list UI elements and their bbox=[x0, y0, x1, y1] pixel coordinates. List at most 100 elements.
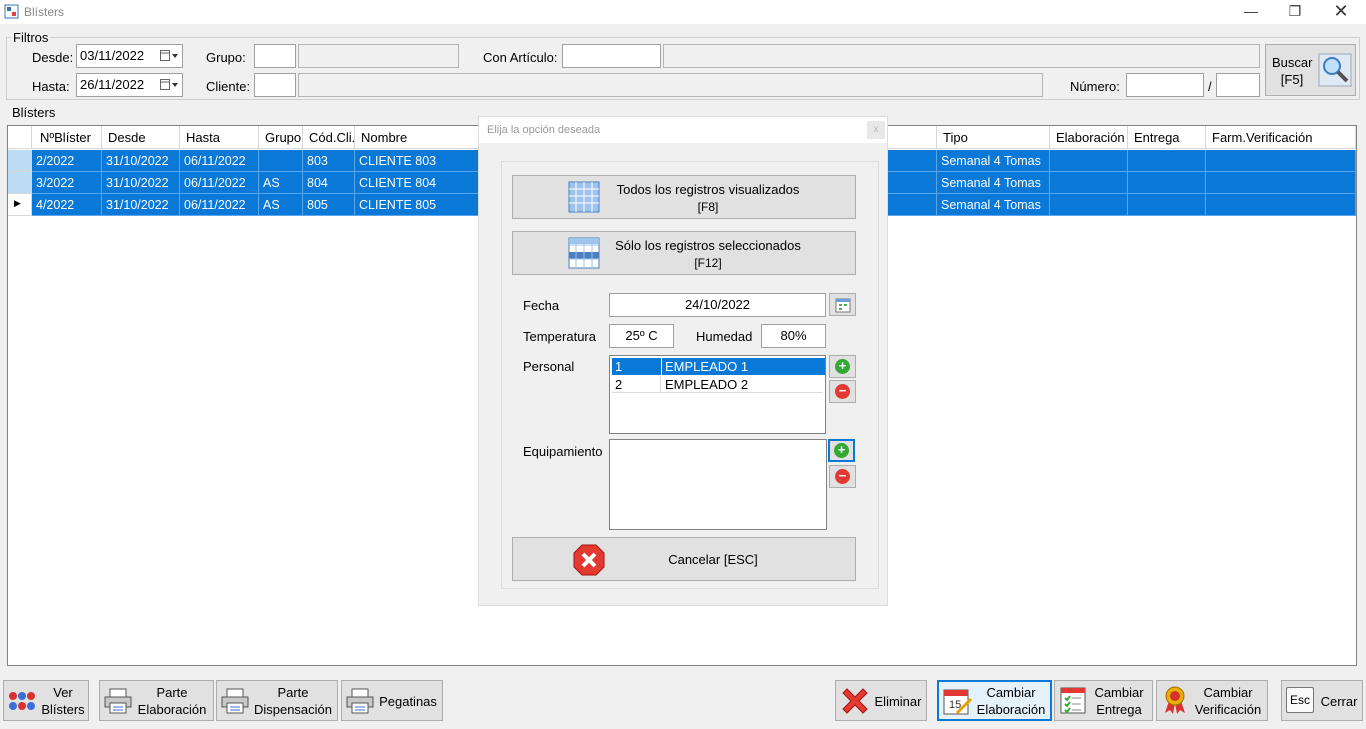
remove-equipamiento-button[interactable]: − bbox=[829, 465, 856, 488]
fecha-input[interactable]: 24/10/2022 bbox=[609, 293, 826, 317]
filters-legend: Filtros bbox=[11, 30, 51, 45]
buscar-button[interactable]: Buscar [F5] bbox=[1265, 44, 1356, 96]
cell-tipo: Semanal 4 Tomas bbox=[937, 150, 1050, 172]
cell-hasta: 06/11/2022 bbox=[180, 172, 259, 194]
temperatura-input[interactable]: 25º C bbox=[609, 324, 674, 348]
solo-seleccionados-button[interactable]: Sólo los registros seleccionados [F12] bbox=[512, 231, 856, 275]
column-header-codcli[interactable]: Cód.Cli. bbox=[303, 126, 355, 149]
minus-icon: − bbox=[835, 384, 850, 399]
minimize-button[interactable]: — bbox=[1228, 2, 1274, 22]
column-header-numblister[interactable]: NºBlíster bbox=[32, 126, 102, 149]
cell-grupo: AS bbox=[259, 172, 303, 194]
row-header[interactable] bbox=[8, 150, 32, 172]
blisters-icon bbox=[9, 692, 35, 710]
cambiar-entrega-button[interactable]: Cambiar Entrega bbox=[1054, 680, 1153, 721]
printer-icon bbox=[221, 688, 249, 714]
cambiar-elaboracion-button[interactable]: 15 Cambiar Elaboración bbox=[937, 680, 1052, 721]
personal-name: EMPLEADO 2 bbox=[665, 377, 749, 392]
cell-codcli: 805 bbox=[303, 194, 355, 216]
calendar-icon bbox=[835, 298, 851, 313]
eliminar-button[interactable]: Eliminar bbox=[835, 680, 927, 721]
equipamiento-list[interactable] bbox=[609, 439, 827, 530]
buscar-key: [F5] bbox=[1280, 72, 1304, 87]
cambiar-verificacion-button[interactable]: Cambiar Verificación bbox=[1156, 680, 1268, 721]
equipamiento-label: Equipamiento bbox=[523, 444, 603, 459]
cell-desde: 31/10/2022 bbox=[102, 194, 180, 216]
restore-button[interactable]: ❐ bbox=[1272, 2, 1318, 22]
cambiar-verificacion-label-1: Cambiar bbox=[1203, 685, 1253, 700]
grupo-code-input[interactable] bbox=[254, 44, 296, 68]
numero-input[interactable] bbox=[1126, 73, 1204, 97]
hasta-date-field[interactable]: 26/11/2022 bbox=[76, 73, 183, 97]
personal-name: EMPLEADO 1 bbox=[662, 358, 825, 375]
column-header-tipo[interactable]: Tipo bbox=[937, 126, 1050, 149]
buscar-label: Buscar bbox=[1272, 55, 1313, 70]
dialog-close-button[interactable]: x bbox=[867, 121, 885, 139]
column-header-entrega[interactable]: Entrega bbox=[1128, 126, 1206, 149]
cambiar-elaboracion-label-1: Cambiar bbox=[986, 685, 1036, 700]
desde-label: Desde: bbox=[32, 50, 74, 65]
cell-desde: 31/10/2022 bbox=[102, 150, 180, 172]
close-window-button[interactable]: ✕ bbox=[1318, 2, 1364, 22]
ver-blisters-label-2: Blísters bbox=[41, 702, 85, 717]
cell-entrega bbox=[1128, 194, 1206, 216]
todos-registros-button[interactable]: Todos los registros visualizados [F8] bbox=[512, 175, 856, 219]
current-row-marker: ▶ bbox=[14, 198, 21, 208]
cliente-name-field bbox=[298, 73, 1043, 97]
cliente-label: Cliente: bbox=[206, 79, 251, 94]
row-header[interactable] bbox=[8, 172, 32, 194]
humedad-input[interactable]: 80% bbox=[761, 324, 826, 348]
window-title: Blísters bbox=[24, 5, 65, 19]
cerrar-button[interactable]: Esc Cerrar bbox=[1281, 680, 1363, 721]
add-equipamiento-button[interactable]: + bbox=[828, 439, 855, 462]
remove-personal-button[interactable]: − bbox=[829, 380, 856, 403]
hasta-date-value: 26/11/2022 bbox=[80, 77, 145, 92]
add-personal-button[interactable]: + bbox=[829, 355, 856, 378]
dialog-title: Elija la opción deseada bbox=[487, 124, 601, 136]
column-header-hasta[interactable]: Hasta bbox=[180, 126, 259, 149]
cell-grupo: AS bbox=[259, 194, 303, 216]
option-dialog[interactable]: Elija la opción deseada x Todos los regi… bbox=[479, 117, 887, 605]
pegatinas-button[interactable]: Pegatinas bbox=[341, 680, 443, 721]
pegatinas-label: Pegatinas bbox=[379, 694, 437, 709]
desde-date-field[interactable]: 03/11/2022 bbox=[76, 44, 183, 68]
cell-numblister: 4/2022 bbox=[32, 194, 102, 216]
calendar-dropdown-icon[interactable] bbox=[160, 78, 178, 92]
articulo-label: Con Artículo: bbox=[483, 50, 558, 65]
fecha-calendar-button[interactable] bbox=[829, 293, 856, 316]
cancelar-label: Cancelar [ESC] bbox=[668, 552, 758, 567]
cell-entrega bbox=[1128, 150, 1206, 172]
personal-label: Personal bbox=[523, 359, 575, 374]
grupo-label: Grupo: bbox=[206, 50, 246, 65]
cell-tipo: Semanal 4 Tomas bbox=[937, 172, 1050, 194]
desde-date-value: 03/11/2022 bbox=[80, 48, 145, 63]
parte-dispensacion-button[interactable]: Parte Dispensación bbox=[216, 680, 338, 721]
cell-grupo bbox=[259, 150, 303, 172]
cancelar-button[interactable]: Cancelar [ESC] bbox=[512, 537, 856, 581]
personal-id: 2 bbox=[612, 376, 661, 393]
dialog-title-bar: Elija la opción deseada x bbox=[479, 117, 887, 143]
calendar-dropdown-icon[interactable] bbox=[160, 49, 178, 63]
hasta-label: Hasta: bbox=[32, 79, 70, 94]
personal-list[interactable]: 1 EMPLEADO 1 2 EMPLEADO 2 bbox=[609, 355, 826, 434]
fecha-value: 24/10/2022 bbox=[684, 297, 751, 312]
list-item[interactable]: 2 EMPLEADO 2 bbox=[612, 376, 823, 393]
numero-year-input[interactable] bbox=[1216, 73, 1260, 97]
dialog-close-label: x bbox=[873, 124, 879, 135]
cell-farmverificacion bbox=[1206, 172, 1356, 194]
cell-elaboracion bbox=[1050, 194, 1128, 216]
column-header-elaboracion[interactable]: Elaboración bbox=[1050, 126, 1128, 149]
cliente-code-input[interactable] bbox=[254, 73, 296, 97]
ver-blisters-label-1: Ver bbox=[53, 685, 73, 700]
column-header-grupo[interactable]: Grupo bbox=[259, 126, 303, 149]
articulo-code-input[interactable] bbox=[562, 44, 661, 68]
cell-tipo: Semanal 4 Tomas bbox=[937, 194, 1050, 216]
column-header-farmverificacion[interactable]: Farm.Verificación bbox=[1206, 126, 1356, 149]
parte-elaboracion-button[interactable]: Parte Elaboración bbox=[99, 680, 214, 721]
column-header-desde[interactable]: Desde bbox=[102, 126, 180, 149]
row-header[interactable]: ▶ bbox=[8, 194, 32, 216]
list-item[interactable]: 1 EMPLEADO 1 bbox=[612, 358, 825, 375]
humedad-label: Humedad bbox=[696, 329, 753, 344]
printer-icon bbox=[346, 688, 374, 714]
ver-blisters-button[interactable]: Ver Blísters bbox=[3, 680, 89, 721]
